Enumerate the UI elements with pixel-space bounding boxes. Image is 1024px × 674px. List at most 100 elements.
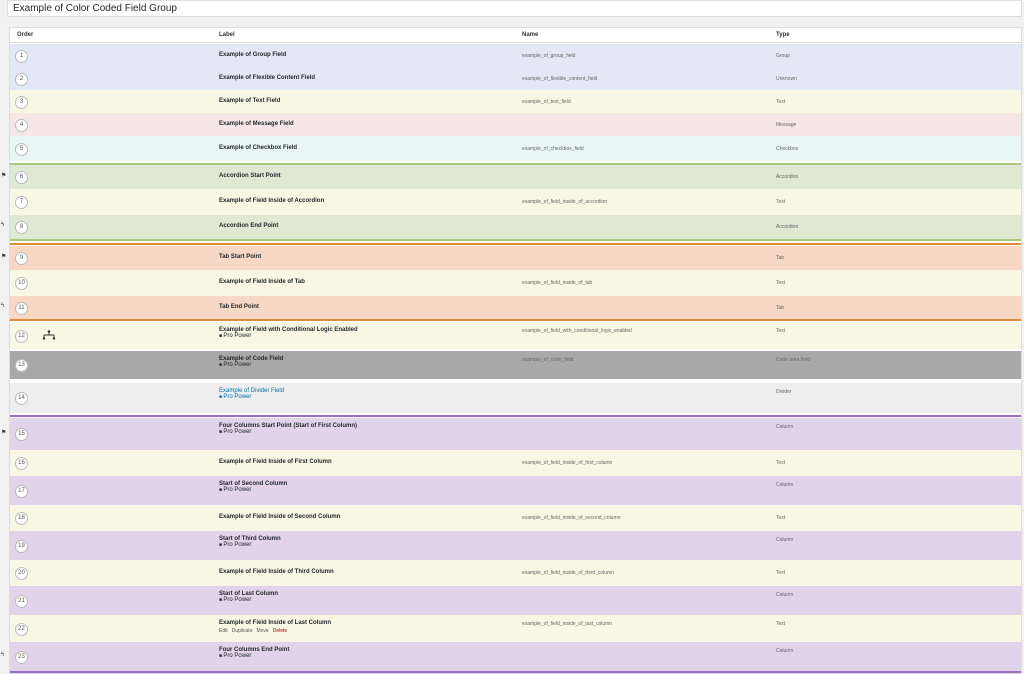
move-action[interactable]: Move: [256, 628, 268, 634]
field-type: Column: [776, 592, 794, 598]
order-badge[interactable]: 11: [15, 302, 28, 315]
table-row[interactable]: 21 Start of Last Column ■ Pro Power Column: [10, 586, 1021, 615]
order-badge[interactable]: 2: [15, 73, 28, 86]
bolt-icon: ϟ: [1, 302, 5, 309]
pro-power-badge: ■ Pro Power: [219, 542, 251, 548]
order-badge[interactable]: 4: [15, 119, 28, 132]
order-badge[interactable]: 6: [15, 171, 28, 184]
field-type: Tab: [776, 305, 785, 311]
column-header-name: Name: [522, 32, 539, 38]
table-row[interactable]: 9 Tab Start Point Tab: [10, 246, 1021, 270]
pro-power-label: Pro Power: [223, 362, 252, 368]
fields-table: Order Label Name Type 1 Example of Group …: [9, 27, 1022, 674]
pro-power-badge: ■ Pro Power: [219, 597, 251, 603]
table-row[interactable]: 18 Example of Field Inside of Second Colu…: [10, 505, 1021, 531]
order-badge[interactable]: 8: [15, 221, 28, 234]
field-type: Checkbox: [776, 146, 799, 152]
field-type: Group: [776, 53, 790, 59]
field-type: Text: [776, 570, 786, 576]
column-header-type: Type: [776, 32, 790, 38]
order-badge[interactable]: 13: [15, 359, 28, 372]
table-row[interactable]: 8 Accordion End Point Accordion: [10, 215, 1021, 239]
table-row[interactable]: 19 Start of Third Column ■ Pro Power Column: [10, 531, 1021, 560]
order-badge[interactable]: 21: [15, 595, 28, 608]
order-badge[interactable]: 1: [15, 50, 28, 63]
field-type: Code area field: [776, 357, 810, 363]
table-row[interactable]: 1 Example of Group Field example_of_group_…: [10, 44, 1021, 67]
field-type: Accordion: [776, 174, 799, 180]
table-row[interactable]: 3 Example of Text Field example_of_text_fi…: [10, 90, 1021, 113]
table-row[interactable]: 10 Example of Field Inside of Tab example_…: [10, 270, 1021, 296]
field-label[interactable]: Example of Field Inside of First Column: [219, 459, 332, 465]
field-label[interactable]: Example of Checkbox Field: [219, 145, 297, 151]
order-badge[interactable]: 12: [15, 330, 28, 343]
table-row[interactable]: 5 Example of Checkbox Field example_of_che…: [10, 136, 1021, 161]
field-type: Column: [776, 482, 794, 488]
order-badge[interactable]: 5: [15, 143, 28, 156]
table-row[interactable]: 12 Example of Field with Conditional Logi…: [10, 322, 1021, 349]
field-type: Column: [776, 648, 794, 654]
order-badge[interactable]: 20: [15, 567, 28, 580]
table-row[interactable]: 7 Example of Field Inside of Accordion exa…: [10, 189, 1021, 215]
table-row[interactable]: 15 Four Columns Start Point (Start of Fir…: [10, 418, 1021, 450]
pro-power-label: Pro Power: [223, 487, 252, 493]
table-row[interactable]: 16 Example of Field Inside of First Colum…: [10, 450, 1021, 476]
field-type: Divider: [776, 389, 792, 395]
table-row[interactable]: 4 Example of Message Field Message: [10, 113, 1021, 136]
field-label[interactable]: Accordion Start Point: [219, 173, 281, 179]
pro-power-label: Pro Power: [223, 333, 252, 339]
table-row[interactable]: 23 Four Columns End Point ■ Pro Power Colum…: [10, 642, 1021, 671]
field-group-title-input[interactable]: Example of Color Coded Field Group: [7, 0, 1022, 17]
table-row[interactable]: 13 Example of Code Field ■ Pro Power exampl…: [10, 351, 1021, 379]
table-row[interactable]: 20 Example of Field Inside of Third Colum…: [10, 560, 1021, 586]
order-badge[interactable]: 15: [15, 428, 28, 441]
table-row[interactable]: 17 Start of Second Column ■ Pro Power Colum…: [10, 476, 1021, 505]
order-badge[interactable]: 7: [15, 196, 28, 209]
table-row[interactable]: 14 Example of Divider Field ■ Pro Power Div…: [10, 383, 1021, 413]
field-label[interactable]: Example of Text Field: [219, 98, 280, 104]
delete-action[interactable]: Delete: [273, 628, 287, 634]
pro-power-badge: ■ Pro Power: [219, 333, 251, 339]
field-label[interactable]: Example of Message Field: [219, 121, 294, 127]
field-type: Text: [776, 328, 786, 334]
edit-action[interactable]: Edit: [219, 628, 228, 634]
duplicate-action[interactable]: Duplicate: [232, 628, 253, 634]
flag-icon: ⚑: [1, 254, 7, 260]
field-label[interactable]: Accordion End Point: [219, 223, 278, 229]
field-name: example_of_checkbox_field: [522, 146, 584, 152]
field-type: Text: [776, 515, 786, 521]
field-label[interactable]: Example of Field Inside of Tab: [219, 279, 305, 285]
field-label[interactable]: Example of Field Inside of Third Column: [219, 569, 334, 575]
order-badge[interactable]: 17: [15, 485, 28, 498]
field-name: example_of_code_field: [522, 357, 574, 363]
field-name: example_of_field_inside_of_last_column: [522, 621, 613, 627]
field-label[interactable]: Example of Field Inside of Last Column: [219, 620, 331, 626]
order-badge[interactable]: 14: [15, 392, 28, 405]
order-badge[interactable]: 16: [15, 457, 28, 470]
green-group-separator: [10, 239, 1021, 241]
row-actions: Edit Duplicate Move Delete: [219, 628, 291, 634]
table-row[interactable]: 2 Example of Flexible Content Field exampl…: [10, 67, 1021, 90]
order-badge[interactable]: 19: [15, 540, 28, 553]
order-badge[interactable]: 18: [15, 512, 28, 525]
green-group-separator: [10, 163, 1021, 165]
order-badge[interactable]: 23: [15, 651, 28, 664]
table-row[interactable]: 11 Tab End Point Tab: [10, 296, 1021, 319]
table-header: Order Label Name Type: [10, 28, 1021, 43]
field-label[interactable]: Example of Group Field: [219, 52, 286, 58]
field-name: example_of_field_inside_of_accordion: [522, 199, 608, 205]
field-label[interactable]: Example of Field Inside of Second Column: [219, 514, 340, 520]
bolt-icon: ϟ: [1, 651, 5, 658]
pro-power-label: Pro Power: [223, 653, 252, 659]
field-label[interactable]: Example of Field Inside of Accordion: [219, 198, 324, 204]
order-badge[interactable]: 3: [15, 96, 28, 109]
order-badge[interactable]: 22: [15, 623, 28, 636]
field-label[interactable]: Tab Start Point: [219, 254, 261, 260]
order-badge[interactable]: 9: [15, 252, 28, 265]
table-row[interactable]: 22 Example of Field Inside of Last Column…: [10, 615, 1021, 642]
orange-group-separator: [10, 319, 1021, 321]
order-badge[interactable]: 10: [15, 277, 28, 290]
field-label[interactable]: Tab End Point: [219, 304, 259, 310]
field-label[interactable]: Example of Flexible Content Field: [219, 75, 315, 81]
table-row[interactable]: 6 Accordion Start Point Accordion: [10, 165, 1021, 189]
